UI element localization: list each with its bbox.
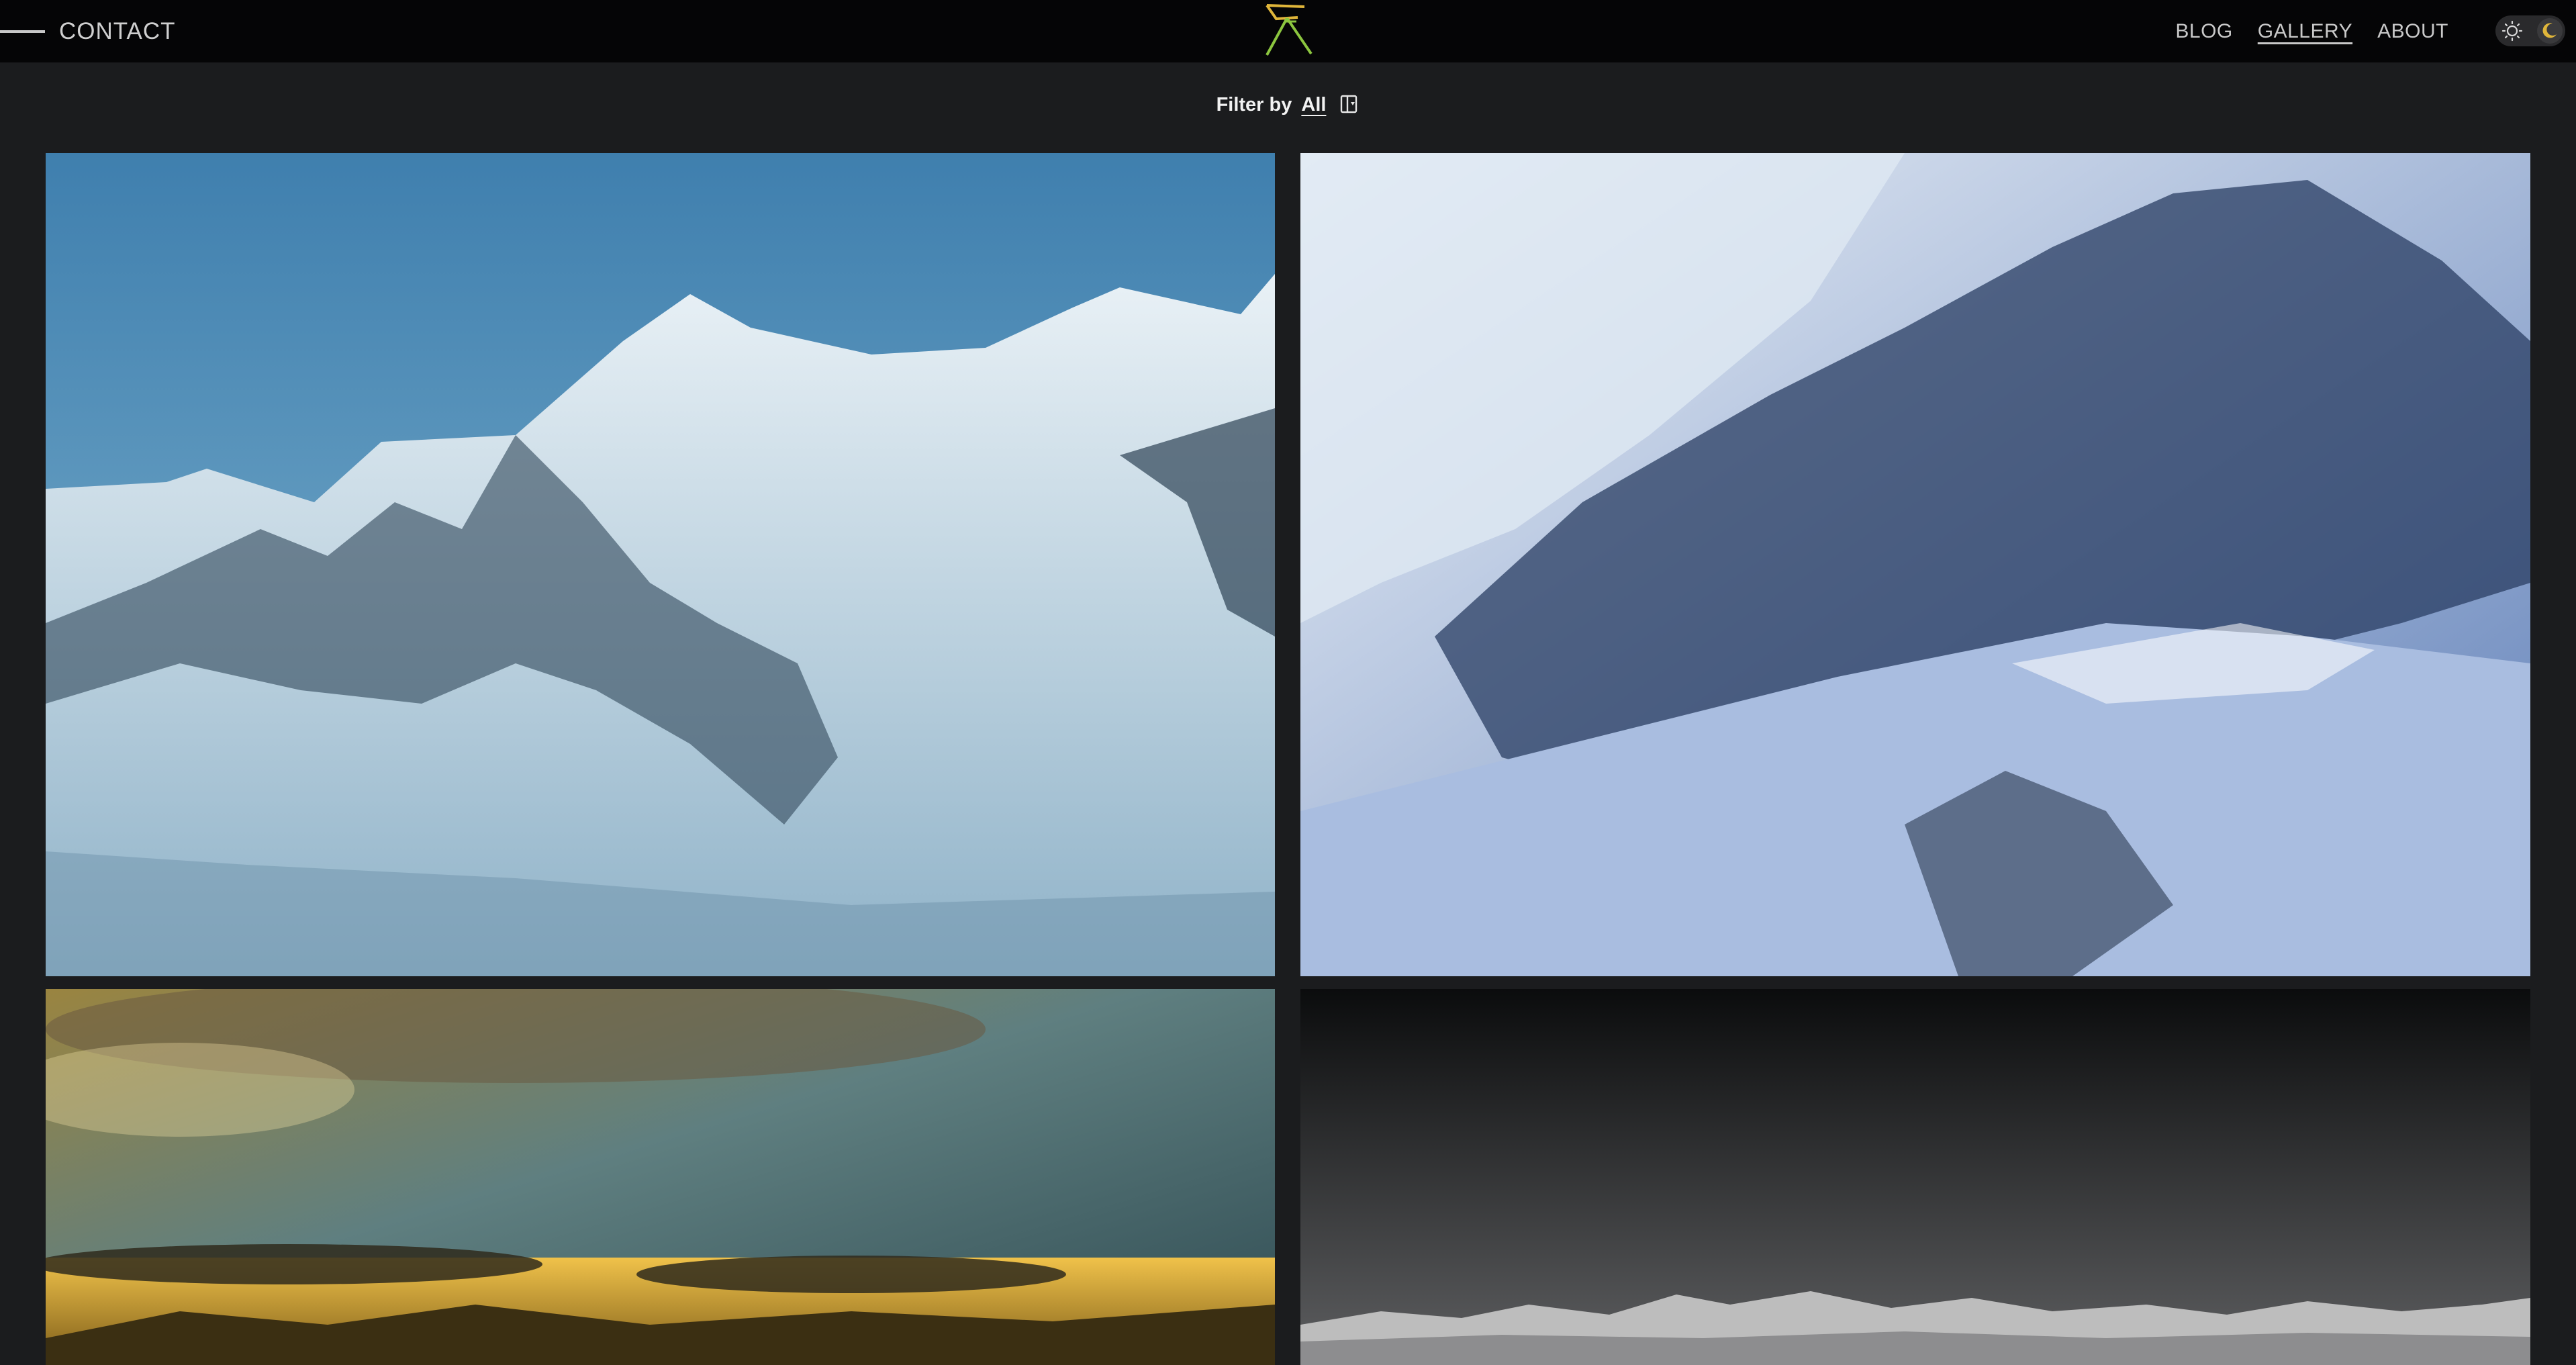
filter-options-icon[interactable] [1339,94,1359,115]
gallery-photo-snowy-peak[interactable] [46,153,1275,976]
gallery-photo-mountain-range-bw[interactable] [1300,989,2530,1365]
nav-blog[interactable]: BLOG [2175,20,2232,43]
theme-toggle[interactable] [2495,15,2565,46]
contact-label: CONTACT [59,17,176,44]
nav-gallery[interactable]: GALLERY [2258,20,2352,43]
photo-sunset-image [46,989,1275,1365]
nav-about[interactable]: ABOUT [2377,20,2448,43]
menu-dash-icon [0,30,45,33]
top-navigation-bar: CONTACT BLOG GALLERY ABOUT [0,0,2576,62]
contact-link[interactable]: CONTACT [0,0,176,62]
sun-icon [2501,20,2523,42]
filter-all-link[interactable]: All [1301,94,1326,116]
photo-snowy-slope-image [1300,153,2530,976]
photo-mountain-range-bw-image [1300,989,2530,1365]
gallery-photo-snowy-slope[interactable] [1300,153,2530,976]
photo-snowy-peak-image [46,153,1275,976]
filter-bar: Filter by All [0,87,2576,122]
gallery-photo-sunset[interactable] [46,989,1275,1365]
moon-icon [2542,23,2557,38]
main-nav: BLOG GALLERY ABOUT [2175,0,2448,62]
mountain-peak-logo-icon[interactable] [1257,1,1317,59]
filter-label: Filter by [1216,93,1292,115]
